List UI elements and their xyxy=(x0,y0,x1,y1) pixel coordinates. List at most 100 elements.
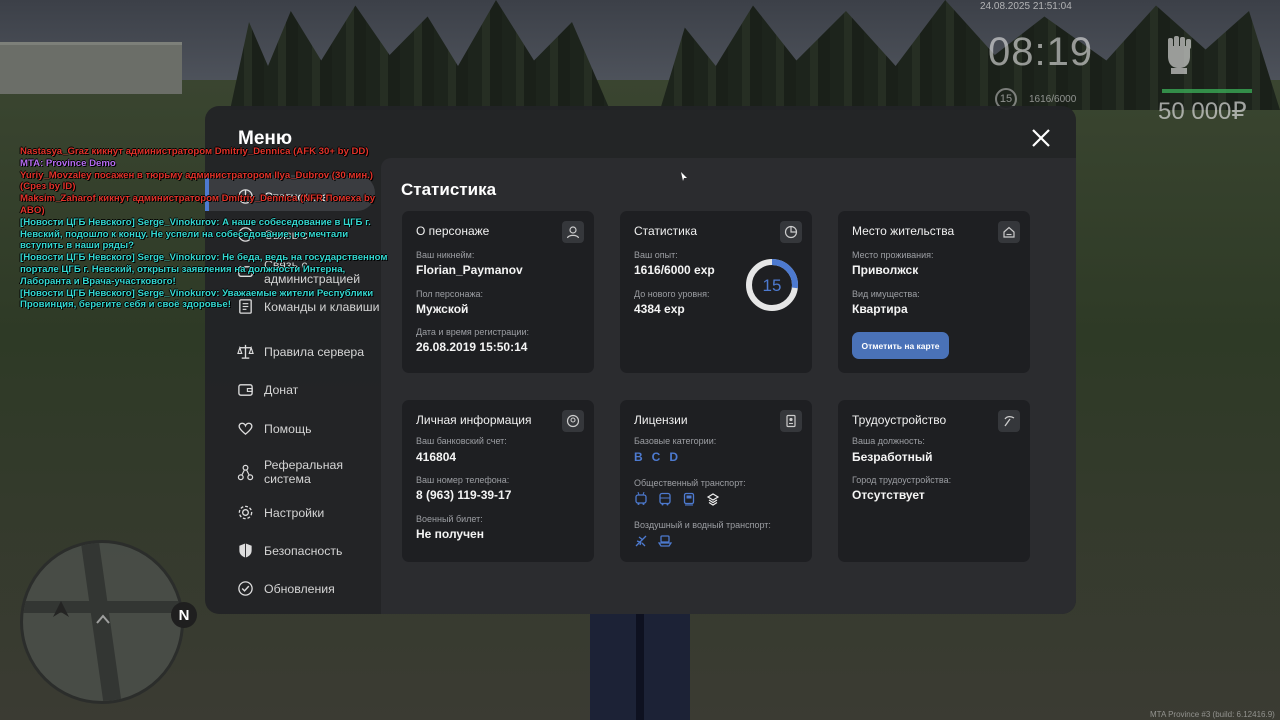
card-stats: Статистика Ваш опыт: 1616/6000 exp До но… xyxy=(620,211,812,373)
sidebar-item-referral[interactable]: Реферальная система xyxy=(237,458,381,486)
airplane-icon xyxy=(635,535,647,547)
sidebar-item-label: Правила сервера xyxy=(264,344,365,359)
card-job: Трудоустройство Ваша должность: Безработ… xyxy=(838,400,1030,562)
public-transport-label: Общественный транспорт: xyxy=(634,478,746,488)
exp-label: Ваш опыт: xyxy=(634,250,678,260)
compass-north: N xyxy=(171,602,197,628)
shield-icon xyxy=(239,543,252,558)
minimap-road xyxy=(23,601,181,613)
chat-line: MTA: Province Demo xyxy=(20,157,116,169)
phone-label: Ваш номер телефона: xyxy=(416,475,510,485)
license-category: B xyxy=(634,450,643,464)
chat-line: [Новости ЦГБ Невского] Serge_Vinokurov: … xyxy=(20,252,388,287)
registration-label: Дата и время регистрации: xyxy=(416,327,529,337)
card-personal: Личная информация Ваш банковский счет: 4… xyxy=(402,400,594,562)
sidebar-item-donate[interactable]: Донат xyxy=(237,381,381,398)
sidebar-item-help[interactable]: Помощь xyxy=(237,420,381,437)
position-value: Безработный xyxy=(852,450,933,464)
id-card-icon xyxy=(780,410,802,432)
license-categories: B C D xyxy=(634,450,678,464)
military-value: Не получен xyxy=(416,527,484,541)
check-circle-icon xyxy=(238,581,253,596)
build-watermark: MTA Province #3 (build: 6.12416.9) xyxy=(1150,710,1275,719)
position-label: Ваша должность: xyxy=(852,436,925,446)
pickaxe-icon xyxy=(998,410,1020,432)
sidebar-item-security[interactable]: Безопасность xyxy=(237,542,381,559)
chat-log: Nastasya_Graz кикнут администратором Dmi… xyxy=(20,146,392,311)
sidebar-item-label: Помощь xyxy=(264,421,312,436)
air-water-label: Воздушный и водный транспорт: xyxy=(634,520,771,530)
license-category: D xyxy=(669,450,679,464)
property-label: Вид имущества: xyxy=(852,289,920,299)
taxi-icon xyxy=(706,493,720,506)
nickname-value: Florian_Paymanov xyxy=(416,263,523,277)
card-title: Личная информация xyxy=(416,413,532,427)
exp-value: 1616/6000 exp xyxy=(634,263,715,277)
card-licenses: Лицензии Базовые категории: B C D Общест… xyxy=(620,400,812,562)
military-label: Военный билет: xyxy=(416,514,483,524)
phone-value: 8 (963) 119-39-17 xyxy=(416,488,512,502)
chat-line: Yuriy_Movzaley посажен в тюрьму админист… xyxy=(20,169,373,193)
chat-line: [Новости ЦГБ Невского] Serge_Vinokurov: … xyxy=(20,216,371,252)
hud-datetime: 24.08.2025 21:51:04 xyxy=(980,1,1072,12)
nickname-label: Ваш никнейм: xyxy=(416,250,475,260)
close-icon[interactable] xyxy=(1027,124,1055,152)
card-character: О персонаже Ваш никнейм: Florian_Paymano… xyxy=(402,211,594,373)
scales-icon xyxy=(237,344,254,359)
home-icon xyxy=(998,221,1020,243)
card-title: Место жительства xyxy=(852,224,955,238)
sidebar-item-label: Реферальная система xyxy=(264,458,344,486)
distant-building xyxy=(0,42,182,94)
card-title: О персонаже xyxy=(416,224,490,238)
content-title: Статистика xyxy=(401,180,497,199)
card-title: Трудоустройство xyxy=(852,413,947,427)
network-icon xyxy=(237,464,254,480)
sidebar-item-rules[interactable]: Правила сервера xyxy=(237,343,381,360)
mouse-cursor-icon xyxy=(681,172,687,181)
hud-clock: 08:19 xyxy=(988,30,1094,74)
card-title: Лицензии xyxy=(634,413,688,427)
chat-line: Nastasya_Graz кикнут администратором Dmi… xyxy=(20,146,369,157)
bank-label: Ваш банковский счет: xyxy=(416,436,507,446)
heart-hand-icon xyxy=(238,422,253,436)
bank-value: 416804 xyxy=(416,450,457,464)
gear-icon xyxy=(238,505,253,520)
trolleybus-icon xyxy=(635,492,647,505)
mark-on-map-button[interactable]: Отметить на карте xyxy=(852,332,949,359)
hud-money: 50 000₽ xyxy=(1158,98,1247,125)
hud-exp: 1616/6000 xyxy=(1029,93,1077,105)
sidebar-item-updates[interactable]: Обновления xyxy=(237,580,381,597)
chevron-up-icon xyxy=(96,614,110,624)
sidebar-item-label: Настройки xyxy=(264,505,325,520)
card-residence: Место жительства Место проживания: Приво… xyxy=(838,211,1030,373)
place-value: Приволжск xyxy=(852,263,919,277)
job-city-value: Отсутствует xyxy=(852,488,925,502)
license-category: C xyxy=(651,450,661,464)
player-character xyxy=(590,610,690,720)
card-title: Статистика xyxy=(634,224,698,238)
minimap xyxy=(20,540,184,704)
health-bar xyxy=(1162,89,1252,93)
user-circle-icon xyxy=(562,410,584,432)
level-number: 15 xyxy=(763,276,782,295)
bus-icon xyxy=(659,492,671,506)
registration-value: 26.08.2019 15:50:14 xyxy=(416,340,528,354)
gender-value: Мужской xyxy=(416,302,469,316)
chat-line: Maksim_Zaharof кикнут администратором Dm… xyxy=(20,193,376,216)
place-label: Место проживания: xyxy=(852,250,934,260)
player-arrow-icon xyxy=(53,601,69,617)
sidebar-item-label: Безопасность xyxy=(264,543,343,558)
public-transport-icons xyxy=(634,492,720,506)
content-area: Статистика О персонаже Ваш никнейм: Flor… xyxy=(381,158,1076,614)
air-water-icons xyxy=(634,534,672,548)
wallet-icon xyxy=(238,384,253,396)
sidebar-item-settings[interactable]: Настройки xyxy=(237,504,381,521)
next-level-label: До нового уровня: xyxy=(634,289,710,299)
tram-icon xyxy=(683,492,695,506)
boat-icon xyxy=(658,535,672,547)
job-city-label: Город трудоустройства: xyxy=(852,475,952,485)
base-categories-label: Базовые категории: xyxy=(634,436,717,446)
sidebar-item-label: Донат xyxy=(264,382,299,397)
pie-chart-icon xyxy=(780,221,802,243)
property-value: Квартира xyxy=(852,302,908,316)
